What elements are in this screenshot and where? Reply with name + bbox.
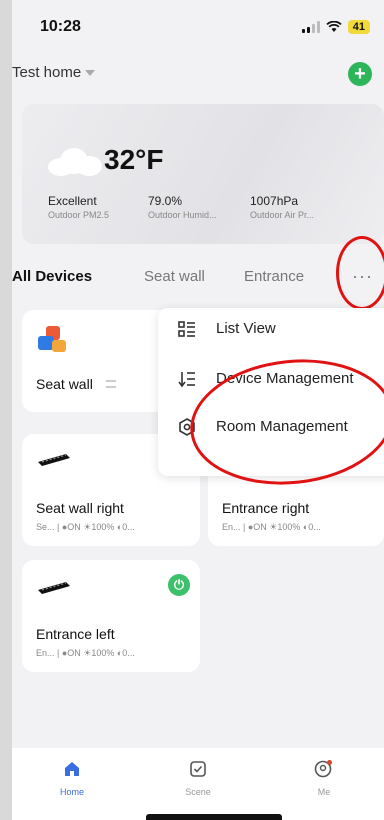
status-time: 10:28 (40, 18, 81, 35)
bottom-tab-bar: Home Scene Me (12, 748, 384, 820)
tab-all-devices[interactable]: All Devices (12, 268, 92, 285)
light-bar-icon (38, 582, 70, 594)
home-header: Test home + (12, 62, 384, 92)
device-name: Seat wall right (36, 500, 124, 516)
tabbar-label: Scene (185, 787, 211, 797)
temperature: 32°F (104, 144, 164, 175)
caret-down-icon (85, 70, 96, 77)
device-name: Entrance right (222, 500, 310, 516)
weather-card[interactable]: 32°F Excellent Outdoor PM2.5 79.0% Outdo… (22, 104, 384, 244)
list-view-icon (178, 321, 195, 337)
tabbar-label: Home (59, 787, 84, 797)
home-indicator (146, 814, 282, 820)
tabbar-me[interactable]: Me (294, 760, 354, 797)
device-status: En... | ●ON ☀100% ◐0... (222, 522, 321, 532)
tab-seat-wall[interactable]: Seat wall (144, 268, 205, 285)
device-status: Se... | ●ON ☀100% ◐0... (36, 522, 135, 532)
add-device-button[interactable]: + (348, 62, 372, 86)
home-selector[interactable]: Test home (12, 64, 96, 81)
status-bar: 10:28 41 (40, 18, 370, 40)
wifi-icon (326, 21, 342, 32)
signal-icon (301, 21, 320, 33)
group-list-icon (106, 380, 116, 388)
battery-icon: 41 (347, 20, 370, 34)
cloud-icon (48, 146, 102, 176)
metric-humidity: 79.0% Outdoor Humid... (148, 194, 217, 220)
annotation-circle-more (336, 236, 384, 310)
menu-item-list-view[interactable]: List View (158, 308, 384, 350)
device-name: Seat wall (36, 376, 93, 392)
room-tabs: All Devices Seat wall Entrance ··· (12, 266, 384, 292)
check-square-icon (190, 761, 206, 777)
tab-entrance[interactable]: Entrance (244, 268, 304, 285)
sort-list-icon (178, 372, 195, 388)
light-bar-icon (38, 454, 70, 466)
user-icon (314, 760, 332, 778)
phone-screen: 10:28 41 Test home + 32°F Excellent Outd… (12, 0, 384, 820)
home-icon (65, 762, 79, 776)
menu-item-label: List View (216, 320, 276, 337)
metric-pm25: Excellent Outdoor PM2.5 (48, 194, 110, 220)
device-card-entrance-left[interactable]: ⏻ Entrance left En... | ●ON ☀100% ◐0... (22, 560, 200, 672)
tabbar-scene[interactable]: Scene (168, 760, 228, 797)
home-title: Test home (12, 64, 82, 81)
tabbar-home[interactable]: Home (42, 760, 102, 797)
status-icons: 41 (301, 20, 370, 34)
tabbar-label: Me (317, 787, 331, 797)
power-icon[interactable]: ⏻ (168, 574, 190, 596)
device-status: En... | ●ON ☀100% ◐0... (36, 648, 135, 658)
metric-air-pressure: 1007hPa Outdoor Air Pr... (250, 194, 315, 220)
group-icon (38, 326, 72, 356)
device-name: Entrance left (36, 626, 115, 642)
